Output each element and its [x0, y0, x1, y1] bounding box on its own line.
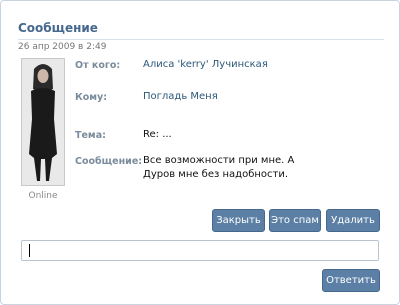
avatar-photo [22, 59, 64, 185]
sender-link[interactable]: Алиса 'kerry' Лучинская [143, 58, 268, 72]
spam-button[interactable]: Это спам [269, 209, 321, 232]
delete-button[interactable]: Удалить [326, 209, 380, 232]
recipient-link[interactable]: Погладь Меня [143, 90, 218, 104]
to-label: Кому: [75, 92, 108, 103]
from-label: От кого: [75, 60, 121, 71]
subject-value: Re: ... [143, 129, 172, 140]
message-date: 26 апр 2009 в 2:49 [18, 42, 107, 52]
subject-label: Тема: [75, 130, 106, 141]
reply-button[interactable]: Ответить [322, 269, 380, 292]
avatar[interactable] [21, 58, 65, 186]
close-button[interactable]: Закрыть [212, 209, 265, 232]
page-title: Сообщение [18, 21, 98, 35]
message-window: Сообщение 26 апр 2009 в 2:49 Online От к… [0, 0, 400, 305]
online-status: Online [28, 191, 58, 201]
reply-input[interactable] [21, 240, 379, 261]
body-label: Сообщение: [75, 156, 143, 167]
message-body: Все возможности при мне. А Дуров мне без… [143, 155, 295, 180]
title-divider [18, 39, 384, 40]
text-caret [29, 244, 30, 257]
